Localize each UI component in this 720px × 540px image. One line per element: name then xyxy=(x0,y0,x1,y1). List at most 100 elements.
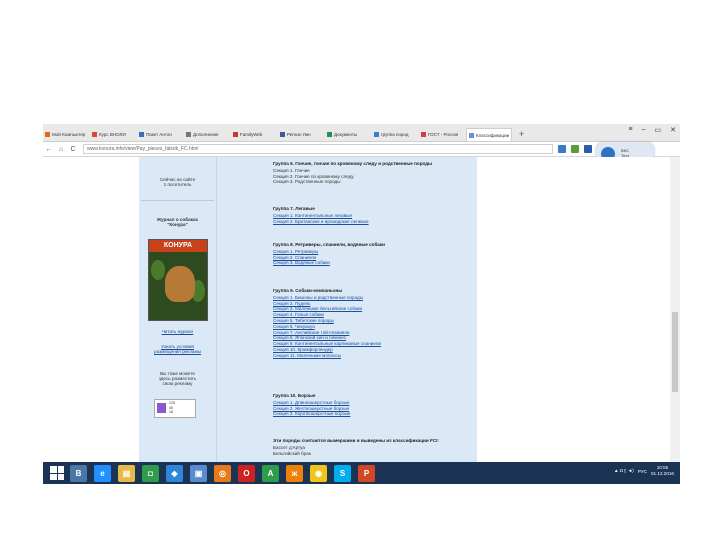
tab-label: Курс ВНОЛИ xyxy=(99,132,126,137)
group-title: Группа 10. Борзые xyxy=(273,393,316,398)
page-scrollbar[interactable] xyxy=(670,157,680,462)
scrollbar-thumb[interactable] xyxy=(672,312,678,392)
home-button[interactable]: ⌂ xyxy=(55,146,67,153)
address-bar[interactable]: www.konura.info/view/Pay_pieces_fabsik_F… xyxy=(83,144,553,154)
tray-icons[interactable]: ▲ ◘ ▯ ◄) xyxy=(614,468,634,474)
tab-strip: Мой Компьютер Курс ВНОЛИ Пакет Антон Дополн… xyxy=(43,124,680,142)
extension-3-icon[interactable] xyxy=(584,145,592,153)
browser-screen: Мой Компьютер Курс ВНОЛИ Пакет Антон Дополн… xyxy=(43,124,680,484)
favicon-icon xyxy=(92,132,97,137)
file-explorer-icon[interactable]: ▤ xyxy=(118,464,135,482)
browser-tab[interactable]: Дополнения xyxy=(184,128,230,141)
tab-label: Документы xyxy=(334,132,358,137)
group-title: Группа 9. Собаки-компаньоны xyxy=(273,288,343,293)
photos-icon[interactable]: ▣ xyxy=(190,464,207,482)
reload-button[interactable]: C xyxy=(67,146,79,153)
browser-tab[interactable]: группа пород xyxy=(372,128,418,141)
chrome-browser-icon[interactable]: ◉ xyxy=(310,464,327,482)
extension-2-icon[interactable] xyxy=(571,145,579,153)
menu-icon[interactable]: ≡ xyxy=(629,126,633,134)
browser-tab[interactable]: Мой Компьютер xyxy=(43,128,89,141)
language-indicator[interactable]: РУС xyxy=(638,469,647,474)
favicon-icon xyxy=(139,132,144,137)
browser-tab[interactable]: Регион Лин xyxy=(278,128,324,141)
visit-counter-badge[interactable]: 125 45 16 xyxy=(154,399,196,418)
dog-photo xyxy=(165,266,195,302)
system-tray: ▲ ◘ ▯ ◄) РУС 10:55 01.12.2016 xyxy=(614,465,674,477)
back-button[interactable]: ← xyxy=(43,146,55,153)
section-link[interactable]: Секция 11. Маленькие молоссы xyxy=(273,353,483,359)
section-link[interactable]: Секция 3. Водяные собаки xyxy=(273,260,483,266)
breed-group: Группа 9. Собаки-компаньоны Секция 1. Биш… xyxy=(273,288,483,359)
dropbox-icon[interactable]: ◆ xyxy=(166,464,183,482)
magazine-heading: Журнал о собаках "Конура" xyxy=(156,217,199,227)
favicon-icon xyxy=(186,132,191,137)
tab-label: Регион Лин xyxy=(287,132,311,137)
breed-group: Группа 8. Ретриверы, спаниели, водяные с… xyxy=(273,242,483,266)
tab-label: FamilyWeb xyxy=(240,132,263,137)
group-title: Группа 6. Гончие, гончие по кровяному сл… xyxy=(273,161,433,166)
favicon-icon xyxy=(469,132,474,138)
tab-label: Пакет Антон xyxy=(146,132,172,137)
breed-group: Группа 6. Гончие, гончие по кровяному сл… xyxy=(273,161,483,185)
favicon-icon xyxy=(233,132,238,137)
foliage xyxy=(151,260,165,280)
clock-date: 01.12.2016 xyxy=(651,471,674,476)
browser-tab[interactable]: FamilyWeb xyxy=(231,128,277,141)
window-controls: ≡ – ▭ ✕ xyxy=(629,126,677,134)
counter-values: 125 45 16 xyxy=(169,401,175,415)
media-player-icon[interactable]: ◎ xyxy=(214,464,231,482)
web-page: Сейчас на сайте 1 посетитель Журнал о со… xyxy=(43,157,680,462)
main-content: Группа 6. Гончие, гончие по кровяному сл… xyxy=(216,157,477,462)
favicon-icon xyxy=(280,132,285,137)
address-toolbar: ← ⌂ C www.konura.info/view/Pay_pieces_fa… xyxy=(43,142,680,157)
browser-tab[interactable]: Пакет Антон xyxy=(137,128,183,141)
maximize-button[interactable]: ▭ xyxy=(655,126,662,134)
skype-icon[interactable]: S xyxy=(334,464,351,482)
breed-group: Группа 7. Легавые Секция 1. Континентальн… xyxy=(273,206,483,224)
section-link[interactable]: Секция 2. Британские и ирландские легавы… xyxy=(273,219,483,225)
section-link[interactable]: Секция 3. Короткошерстные борзые xyxy=(273,411,483,417)
online-counter: Сейчас на сайте 1 посетитель xyxy=(141,177,214,187)
breed-group: Группа 10. Борзые Секция 1. Длинношерстны… xyxy=(273,393,483,417)
magazine-cover-title: КОНУРА xyxy=(149,240,207,252)
vk-app-icon[interactable]: В xyxy=(70,464,87,482)
yandex-disk-icon[interactable]: A xyxy=(262,464,279,482)
edge-browser-icon[interactable]: e xyxy=(94,464,111,482)
tab-label: Мой Компьютер xyxy=(52,132,86,137)
tab-label: Дополнения xyxy=(193,132,219,137)
favicon-icon xyxy=(374,132,379,137)
browser-tab[interactable]: Документы xyxy=(325,128,371,141)
favicon-icon xyxy=(327,132,332,137)
new-tab-button[interactable]: + xyxy=(519,127,524,141)
url-text: www.konura.info/view/Pay_pieces_fabsik_F… xyxy=(87,146,199,152)
advertising-link[interactable]: Узнать условия размещения рекламы xyxy=(141,344,214,354)
favicon-icon xyxy=(45,132,50,137)
read-magazine-link[interactable]: Читать журнал xyxy=(141,329,214,334)
browser-tab[interactable]: ГОСТ - Россия xyxy=(419,128,465,141)
opera-browser-icon[interactable]: O xyxy=(238,464,255,482)
excluded-breed-item: Бельгийский брак xyxy=(273,450,311,456)
section-link[interactable]: Секция 3. Родственные породы xyxy=(273,179,483,185)
promo-text: Вы тоже можете здесь разместить свою рек… xyxy=(158,371,197,386)
minimize-button[interactable]: – xyxy=(642,126,646,134)
divider xyxy=(141,200,214,201)
odnoklassniki-icon[interactable]: ж xyxy=(286,464,303,482)
close-button[interactable]: ✕ xyxy=(670,126,676,134)
favicon-icon xyxy=(421,132,426,137)
tab-label: группа пород xyxy=(381,132,409,137)
store-icon[interactable]: ◘ xyxy=(142,464,159,482)
windows-taskbar: Вe ▤ ◘ ◆ ▣ ◎ O Aж ◉ S P ▲ ◘ ▯ ◄) РУС 10:55 01.12.2… xyxy=(43,462,680,484)
group-title: Группа 7. Легавые xyxy=(273,206,315,211)
tab-label: Классификации xyxy=(476,132,510,138)
windows-start-icon[interactable] xyxy=(50,466,64,480)
magazine-cover-image[interactable]: КОНУРА xyxy=(148,239,208,321)
powerpoint-icon[interactable]: P xyxy=(358,464,375,482)
left-sidebar: Сейчас на сайте 1 посетитель Журнал о со… xyxy=(139,157,216,462)
extension-1-icon[interactable] xyxy=(558,145,566,153)
online-count: 1 посетитель xyxy=(163,182,192,187)
clock[interactable]: 10:55 01.12.2016 xyxy=(651,465,674,477)
browser-tab[interactable]: Классификации xyxy=(466,128,512,141)
tab-label: ГОСТ - Россия xyxy=(428,132,459,137)
browser-tab[interactable]: Курс ВНОЛИ xyxy=(90,128,136,141)
